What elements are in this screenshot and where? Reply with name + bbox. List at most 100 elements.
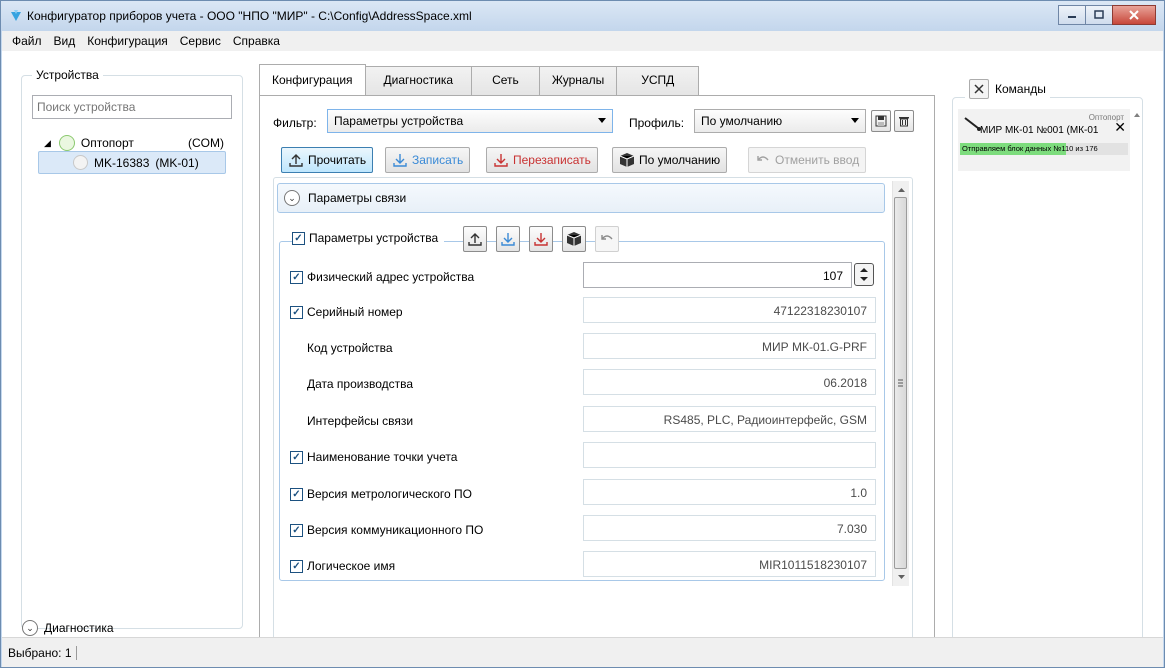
param-label: Версия коммуникационного ПО (307, 523, 484, 537)
default-label: По умолчанию (639, 153, 721, 167)
param-checkbox[interactable]: ✓ (290, 523, 303, 537)
address-stepper[interactable] (854, 263, 874, 286)
param-label: Интерфейсы связи (307, 414, 414, 428)
undo-icon (757, 156, 769, 161)
maximize-button[interactable] (1085, 5, 1113, 25)
profile-label: Профиль: (629, 116, 685, 130)
menu-file[interactable]: Файл (6, 34, 48, 48)
minimize-button[interactable] (1058, 5, 1086, 25)
chevron-down-icon: ⌄ (284, 190, 300, 206)
param-value: 47122318230107 (773, 304, 867, 318)
status-indicator-icon (58, 135, 75, 151)
profile-value: По умолчанию (701, 114, 783, 128)
connection-params-label: Параметры связи (308, 191, 407, 205)
write-button[interactable]: Записать (385, 147, 471, 173)
overwrite-button[interactable]: Перезаписать (486, 147, 598, 173)
read-label: Прочитать (308, 153, 367, 167)
param-label: Дата производства (307, 377, 414, 391)
param-label: Версия метрологического ПО (307, 487, 472, 501)
param-label: Код устройства (307, 341, 393, 355)
param-value: MIR1011518230107 (759, 558, 867, 572)
param-row-serial: ✓ Серийный номер (290, 305, 403, 319)
command-item[interactable]: Оптопорт МИР МК-01 №001 (МК-01 ✕ Отправл… (958, 109, 1130, 171)
tree-item-type: (MK-01) (155, 155, 199, 170)
param-value: 107 (822, 269, 843, 283)
param-checkbox[interactable]: ✓ (290, 487, 303, 501)
address-stepper-input[interactable]: 107 (583, 262, 852, 288)
write-params-button[interactable] (496, 226, 520, 252)
param-checkbox[interactable]: ✓ (290, 270, 303, 284)
tree-item-label: MK-16383 (94, 155, 150, 170)
menu-configuration[interactable]: Конфигурация (81, 34, 174, 48)
tab-diagnostics[interactable]: Диагностика (364, 66, 473, 95)
read-params-button[interactable] (463, 226, 487, 252)
param-row-logical-name: ✓ Логическое имя (290, 559, 395, 573)
command-progress-text: Отправляем блок данных №110 из 176 (962, 144, 1098, 153)
client-area: Устройства ◢ Оптопорт (COM) MK-16383 (MK… (2, 51, 1163, 667)
delete-profile-button[interactable] (894, 110, 914, 132)
connection-params-expander[interactable]: ⌄ Параметры связи (277, 183, 885, 213)
read-button[interactable]: Прочитать (281, 147, 374, 173)
remove-command-icon[interactable]: ✕ (1114, 119, 1126, 136)
undo-params-button[interactable] (595, 226, 619, 252)
menu-view[interactable]: Вид (48, 34, 82, 48)
tree-item-optoport[interactable]: ◢ Оптопорт (COM) (44, 133, 224, 153)
param-label: Физический адрес устройства (307, 270, 475, 284)
param-value: RS485, PLC, Радиоинтерфейс, GSM (663, 413, 867, 427)
scroll-up-icon (1134, 113, 1140, 117)
download-icon (501, 233, 515, 246)
diagnostics-expander[interactable]: ⌄ Диагностика (22, 620, 114, 636)
menu-help[interactable]: Справка (227, 34, 286, 48)
tab-logs[interactable]: Журналы (538, 66, 618, 95)
param-row-metro-version: ✓ Версия метрологического ПО (290, 487, 472, 501)
upload-icon (289, 154, 303, 167)
save-icon (875, 115, 887, 127)
interfaces-field: RS485, PLC, Радиоинтерфейс, GSM (583, 406, 876, 432)
device-params-label: Параметры устройства (309, 231, 439, 245)
profile-dropdown[interactable]: По умолчанию (694, 109, 866, 133)
tab-uspd[interactable]: УСПД (616, 66, 700, 95)
param-row-interfaces: Интерфейсы связи (307, 414, 413, 428)
point-name-input[interactable] (583, 442, 876, 468)
device-params-checkbox[interactable]: ✓ (292, 231, 305, 245)
tab-configuration[interactable]: Конфигурация (259, 64, 366, 95)
param-label: Логическое имя (307, 559, 396, 573)
default-params-button[interactable] (562, 226, 586, 252)
default-button[interactable]: По умолчанию (612, 147, 728, 173)
stepper-arrows-icon (860, 268, 868, 281)
production-date-field: 06.2018 (583, 369, 876, 395)
device-params-header: ✓ Параметры устройства (292, 231, 445, 245)
param-row-production-date: Дата производства (307, 377, 413, 391)
window-controls (1058, 5, 1156, 25)
save-profile-button[interactable] (871, 110, 891, 132)
cancel-input-button[interactable]: Отменить ввод (748, 147, 867, 173)
close-button[interactable] (1112, 5, 1156, 25)
command-progress-bar: Отправляем блок данных №110 из 176 (960, 143, 1128, 155)
param-value: 06.2018 (823, 376, 867, 390)
overwrite-params-button[interactable] (529, 226, 553, 252)
comm-version-field: 7.030 (583, 515, 876, 541)
window-title: Конфигуратор приборов учета - ООО "НПО "… (27, 9, 472, 23)
commands-header: Команды (965, 79, 1050, 99)
minimize-icon (1068, 16, 1076, 18)
param-checkbox[interactable]: ✓ (290, 450, 303, 464)
scroll-down-icon (898, 575, 905, 579)
cancel-input-label: Отменить ввод (775, 153, 860, 167)
filter-dropdown[interactable]: Параметры устройства (327, 109, 613, 133)
app-window: Конфигуратор приборов учета - ООО "НПО "… (0, 0, 1165, 668)
expand-arrow-icon[interactable]: ◢ (44, 138, 51, 149)
commands-close-button[interactable] (969, 79, 989, 99)
scrollbar-thumb[interactable] (894, 197, 907, 569)
device-search-input[interactable] (32, 95, 232, 119)
param-checkbox[interactable]: ✓ (290, 305, 303, 319)
cube-icon (566, 232, 582, 246)
param-value: 1.0 (850, 486, 867, 500)
param-checkbox[interactable]: ✓ (290, 559, 303, 573)
commands-scrollbar[interactable] (1132, 109, 1142, 649)
close-icon (974, 84, 984, 94)
param-row-device-code: Код устройства (307, 341, 393, 355)
tab-network[interactable]: Сеть (471, 66, 540, 95)
devices-label: Устройства (32, 68, 103, 82)
menu-service[interactable]: Сервис (174, 34, 227, 48)
tree-item-mk16383[interactable]: MK-16383 (MK-01) (38, 151, 226, 174)
